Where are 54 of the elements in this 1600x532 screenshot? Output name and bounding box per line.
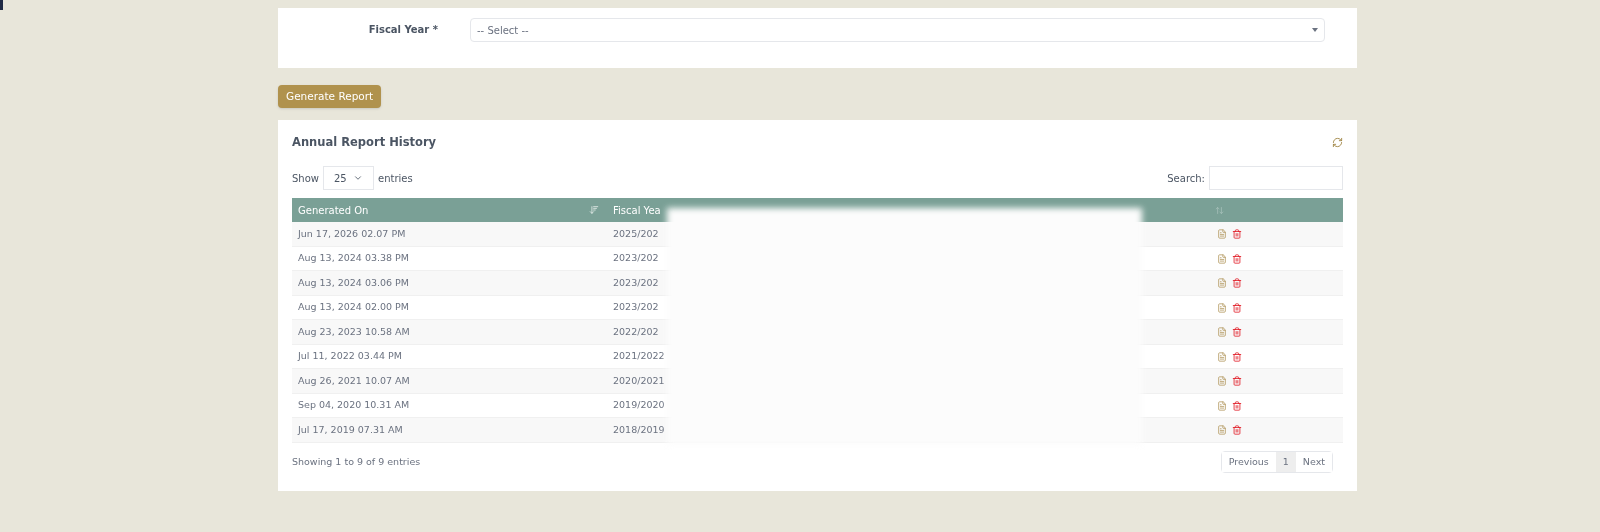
edge-mark: [0, 0, 3, 10]
table-cell: Jun 17, 2026 02.07 PM: [298, 227, 406, 239]
sort-icon[interactable]: [1215, 205, 1224, 215]
document-icon[interactable]: [1217, 253, 1227, 264]
card-title: Annual Report History: [292, 134, 437, 151]
trash-icon[interactable]: [1232, 376, 1242, 386]
sort-icon[interactable]: [589, 205, 599, 216]
entries-label: entries: [378, 171, 413, 186]
table-cell: 2021/2022: [613, 350, 665, 362]
document-icon[interactable]: [1217, 327, 1227, 337]
trash-icon[interactable]: [1232, 425, 1242, 435]
table-cell: Aug 26, 2021 10.07 AM: [298, 374, 410, 386]
document-icon[interactable]: [1217, 278, 1227, 288]
trash-icon[interactable]: [1232, 327, 1242, 337]
table-info: Showing 1 to 9 of 9 entries: [292, 454, 421, 469]
caret-icon: [1312, 28, 1318, 32]
document-icon[interactable]: [1217, 400, 1227, 411]
trash-icon[interactable]: [1232, 253, 1242, 264]
table-cell: 2019/2020: [613, 399, 665, 411]
trash-icon[interactable]: [1232, 302, 1242, 313]
fiscal-year-select[interactable]: -- Select --: [470, 18, 1325, 42]
table-cell: 2025/202: [613, 227, 659, 239]
table-cell: Jul 17, 2019 07.31 AM: [298, 423, 403, 435]
refresh-icon[interactable]: [1332, 137, 1343, 149]
document-icon[interactable]: [1217, 302, 1227, 313]
field-label: Fiscal Year *: [367, 23, 439, 37]
table-cell: 2022/202: [613, 325, 659, 337]
table-cell: 2023/202: [613, 276, 659, 288]
table-cell: 2018/2019: [613, 423, 665, 435]
table-cell: Sep 04, 2020 10.31 AM: [298, 399, 410, 411]
column-header[interactable]: Generated On: [298, 202, 369, 218]
trash-icon[interactable]: [1232, 278, 1242, 288]
table-cell: Jul 11, 2022 03.44 PM: [298, 350, 402, 362]
document-icon[interactable]: [1217, 376, 1227, 386]
trash-icon[interactable]: [1232, 229, 1242, 239]
table-cell: Aug 13, 2024 03.38 PM: [298, 252, 410, 264]
pagination-button[interactable]: 1: [1275, 451, 1296, 472]
table-cell: 2023/202: [613, 301, 659, 313]
table-cell: Aug 23, 2023 10.58 AM: [298, 325, 410, 337]
table-cell: Aug 13, 2024 03.06 PM: [298, 276, 410, 288]
column-header[interactable]: Fiscal Yea: [613, 204, 661, 216]
generate-report-button[interactable]: Generate Report: [278, 85, 382, 108]
table-cell: Aug 13, 2024 02.00 PM: [298, 301, 410, 313]
table-cell: 2020/2021: [613, 374, 665, 386]
trash-icon[interactable]: [1232, 400, 1242, 411]
page-length-select[interactable]: 25: [323, 166, 374, 191]
trash-icon[interactable]: [1232, 351, 1242, 362]
show-label: Show: [292, 171, 319, 186]
document-icon[interactable]: [1217, 351, 1227, 362]
table-cell: 2023/202: [613, 252, 659, 264]
document-icon[interactable]: [1217, 425, 1227, 435]
search-field[interactable]: [1209, 166, 1343, 191]
search-label: Search:: [1167, 171, 1205, 186]
document-icon[interactable]: [1217, 229, 1227, 239]
